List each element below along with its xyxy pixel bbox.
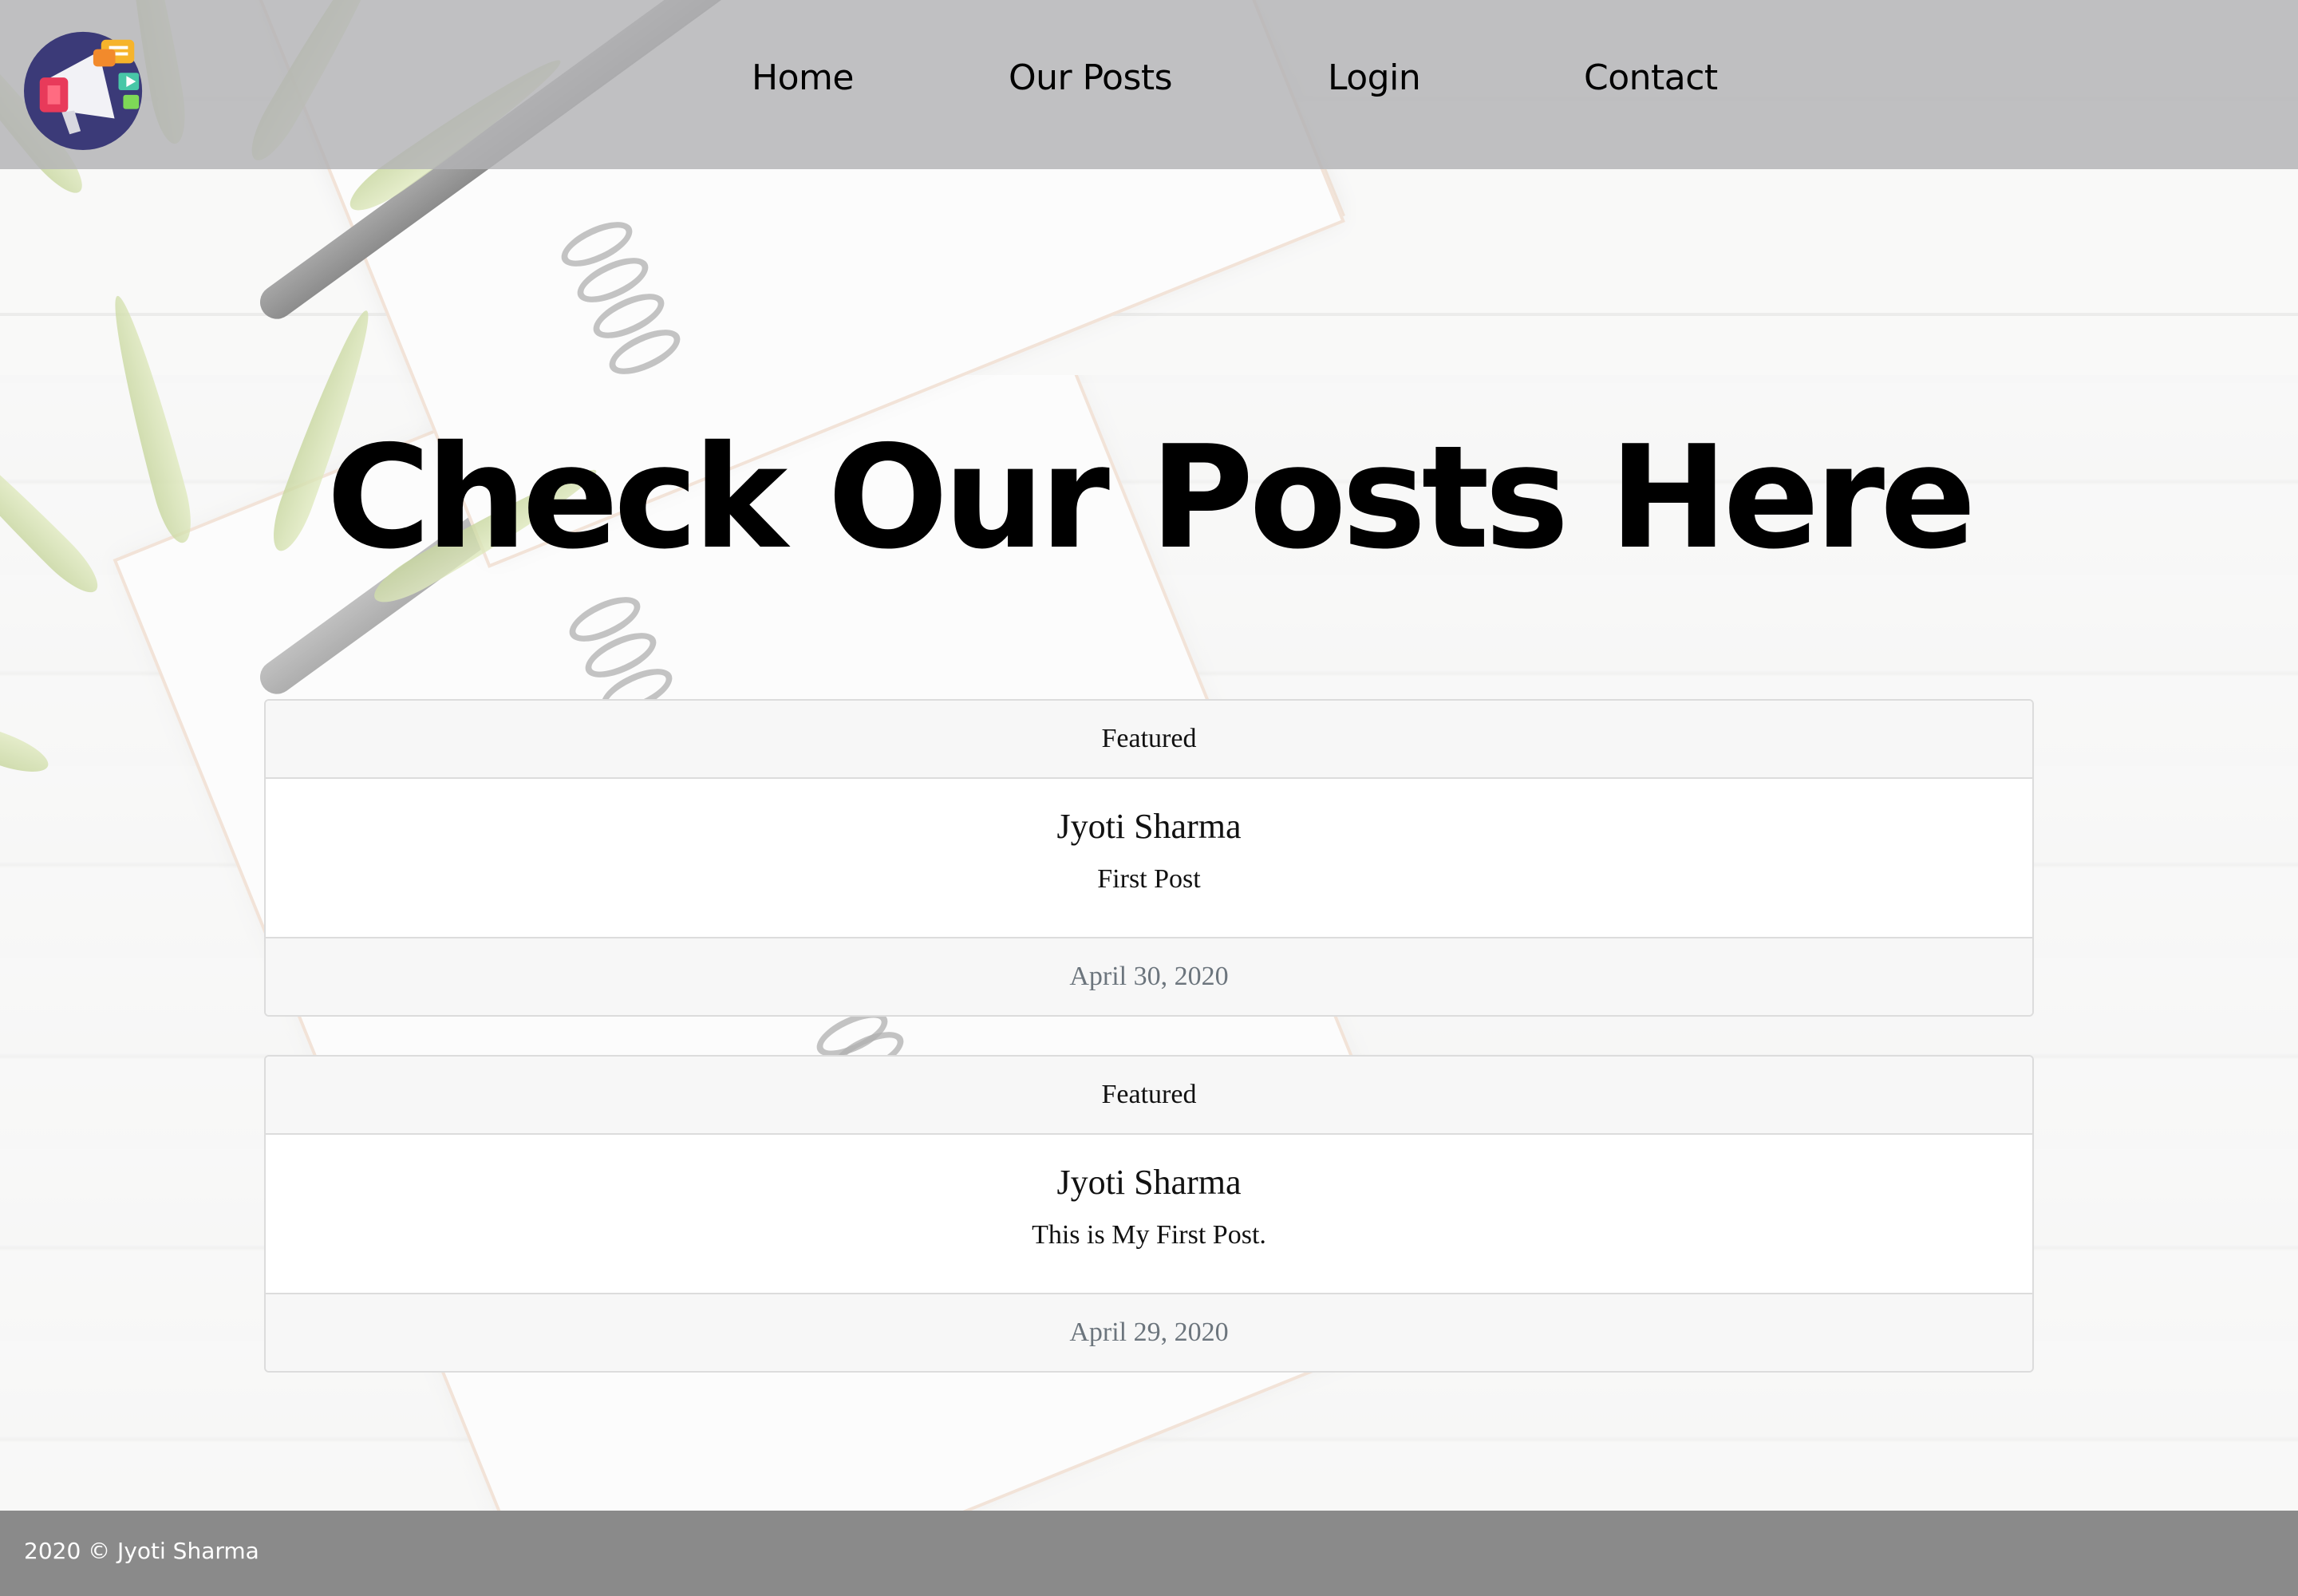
- site-header: Home Our Posts Login Contact: [0, 0, 2298, 169]
- post-body: Jyoti Sharma First Post: [266, 779, 2032, 937]
- nav-home-link[interactable]: Home: [752, 57, 854, 98]
- copyright-text: 2020 © Jyoti Sharma: [24, 1538, 259, 1564]
- post-text: First Post: [1097, 864, 1201, 894]
- nav-login-link[interactable]: Login: [1328, 57, 1421, 98]
- post-date: April 30, 2020: [266, 937, 2032, 1015]
- main-nav: Home Our Posts Login Contact: [0, 0, 2298, 169]
- post-badge: Featured: [266, 1057, 2032, 1135]
- nav-our-posts-link[interactable]: Our Posts: [1009, 57, 1173, 98]
- post-card[interactable]: Featured Jyoti Sharma First Post April 3…: [264, 699, 2034, 1017]
- site-footer: 2020 © Jyoti Sharma: [0, 1511, 2298, 1596]
- posts-list: Featured Jyoti Sharma First Post April 3…: [264, 699, 2034, 1411]
- post-author: Jyoti Sharma: [1056, 807, 1242, 846]
- post-card[interactable]: Featured Jyoti Sharma This is My First P…: [264, 1055, 2034, 1373]
- page-title: Check Our Posts Here: [326, 415, 1976, 580]
- post-body: Jyoti Sharma This is My First Post.: [266, 1135, 2032, 1293]
- post-author: Jyoti Sharma: [1056, 1163, 1242, 1202]
- post-badge: Featured: [266, 701, 2032, 779]
- nav-contact-link[interactable]: Contact: [1584, 57, 1718, 98]
- post-date: April 29, 2020: [266, 1293, 2032, 1371]
- post-text: This is My First Post.: [1032, 1220, 1266, 1250]
